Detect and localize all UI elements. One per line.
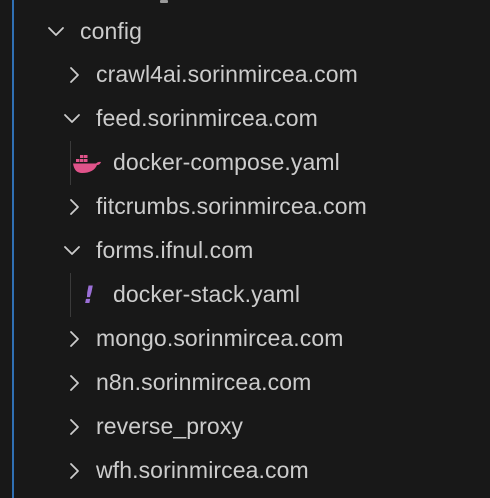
chevron-down-icon — [46, 22, 66, 42]
tree-file-label: docker-stack.yaml — [113, 280, 301, 307]
tree-folder-config[interactable]: config — [14, 10, 490, 54]
chevron-right-icon — [64, 461, 84, 481]
yaml-exclamation-glyph: ! — [83, 281, 95, 309]
clipped-row-fragment — [160, 0, 168, 3]
chevron-down-icon — [62, 109, 82, 129]
tree-folder-reverse-proxy[interactable]: reverse_proxy — [14, 405, 490, 449]
chevron-right-icon — [64, 329, 84, 349]
tree-folder-label: wfh.sorinmircea.com — [96, 456, 309, 483]
tree-folder-forms[interactable]: forms.ifnul.com — [14, 229, 490, 273]
tree-folder-fitcrumbs[interactable]: fitcrumbs.sorinmircea.com — [14, 185, 490, 229]
chevron-right-icon — [64, 417, 84, 437]
tree-folder-feed[interactable]: feed.sorinmircea.com — [14, 97, 490, 141]
tree-file-docker-compose[interactable]: docker-compose.yaml — [14, 141, 490, 185]
tree-file-label: docker-compose.yaml — [113, 148, 340, 175]
chevron-right-icon — [64, 373, 84, 393]
tree-folder-label: fitcrumbs.sorinmircea.com — [96, 192, 367, 219]
tree-file-docker-stack[interactable]: ! docker-stack.yaml — [14, 273, 490, 317]
chevron-right-icon — [64, 197, 84, 217]
tree-folder-crawl4ai[interactable]: crawl4ai.sorinmircea.com — [14, 53, 490, 97]
tree-folder-label: n8n.sorinmircea.com — [96, 368, 312, 395]
tree-folder-label: reverse_proxy — [96, 412, 244, 439]
tree-folder-label: mongo.sorinmircea.com — [96, 324, 344, 351]
tree-folder-label: forms.ifnul.com — [96, 236, 254, 263]
docker-icon — [72, 151, 102, 175]
chevron-right-icon — [64, 65, 84, 85]
tree-folder-label: config — [80, 17, 142, 44]
tree-folder-wfh[interactable]: wfh.sorinmircea.com — [14, 449, 490, 493]
tree-folder-n8n[interactable]: n8n.sorinmircea.com — [14, 361, 490, 405]
chevron-down-icon — [62, 241, 82, 261]
yaml-exclamation-icon: ! — [74, 281, 104, 309]
tree-folder-mongo[interactable]: mongo.sorinmircea.com — [14, 317, 490, 361]
tree-folder-label: feed.sorinmircea.com — [96, 104, 318, 131]
tree-folder-label: crawl4ai.sorinmircea.com — [96, 60, 358, 87]
explorer-file-tree: config crawl4ai.sorinmircea.com feed.sor… — [0, 0, 490, 498]
